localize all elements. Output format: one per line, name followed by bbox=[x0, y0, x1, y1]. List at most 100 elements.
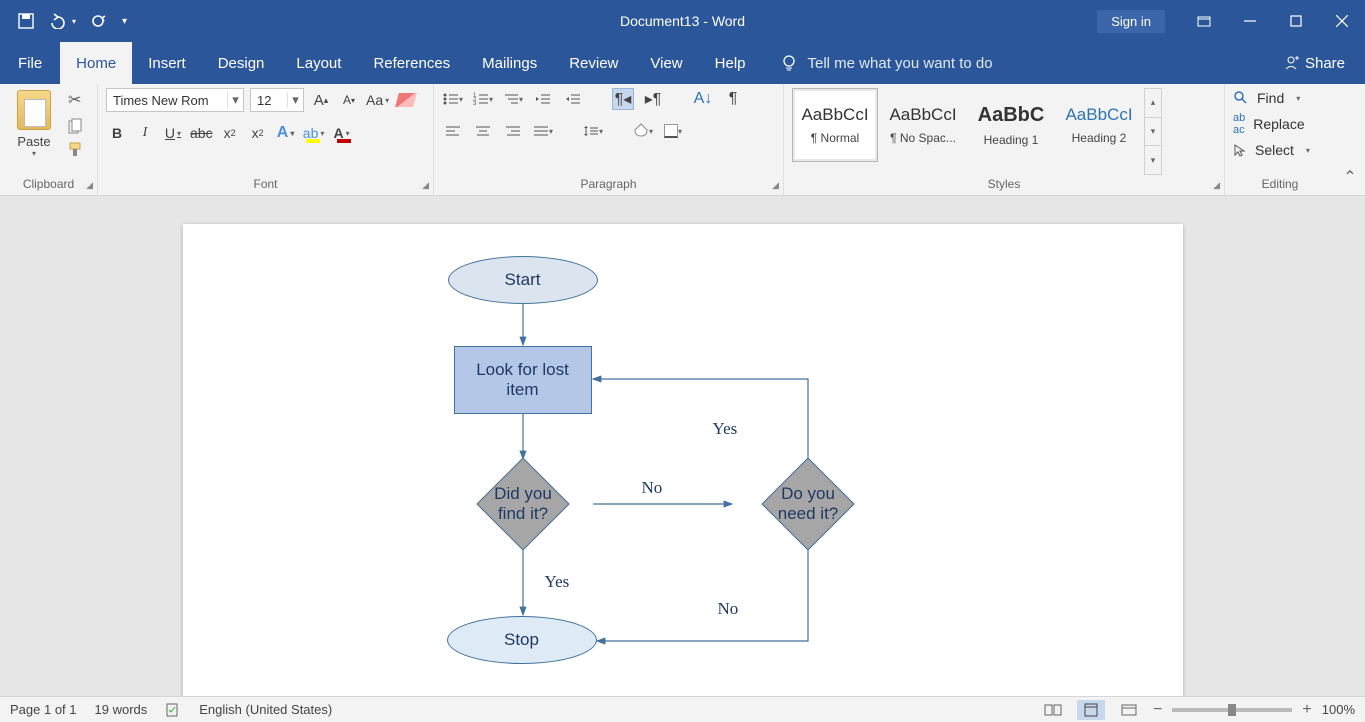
share-button[interactable]: Share bbox=[1263, 42, 1365, 84]
tab-help[interactable]: Help bbox=[699, 42, 762, 84]
zoom-level[interactable]: 100% bbox=[1322, 702, 1355, 717]
tab-home[interactable]: Home bbox=[60, 42, 132, 84]
redo-icon[interactable] bbox=[90, 13, 108, 29]
group-font: Times New Rom▾ 12▾ A▴ A▾ Aa▾ B I U▾ abc … bbox=[98, 84, 434, 195]
tab-insert[interactable]: Insert bbox=[132, 42, 202, 84]
ltr-direction-icon[interactable]: ¶◂ bbox=[612, 88, 634, 110]
flowchart-decision-find[interactable]: Did you find it? bbox=[476, 457, 569, 550]
align-center-icon[interactable] bbox=[472, 120, 494, 142]
maximize-icon[interactable] bbox=[1273, 0, 1319, 42]
tab-references[interactable]: References bbox=[357, 42, 466, 84]
numbering-icon[interactable]: 123▾ bbox=[472, 88, 494, 110]
close-icon[interactable] bbox=[1319, 0, 1365, 42]
replace-button[interactable]: abacReplace bbox=[1233, 112, 1305, 136]
qat-customize-icon[interactable]: ▾ bbox=[122, 16, 127, 27]
group-clipboard: Paste ▾ ✂ Clipboard ◢ bbox=[0, 84, 98, 195]
ribbon-display-icon[interactable] bbox=[1181, 0, 1227, 42]
shrink-font-icon[interactable]: A▾ bbox=[338, 89, 360, 111]
select-button[interactable]: Select▾ bbox=[1233, 142, 1310, 158]
paste-button[interactable]: Paste ▾ bbox=[8, 88, 60, 158]
underline-icon[interactable]: U▾ bbox=[162, 122, 184, 144]
shading-icon[interactable]: ▾ bbox=[632, 120, 654, 142]
status-bar: Page 1 of 1 19 words English (United Sta… bbox=[0, 696, 1365, 722]
style-heading-1[interactable]: AaBbCHeading 1 bbox=[968, 88, 1054, 162]
copy-icon[interactable] bbox=[68, 118, 84, 134]
zoom-in-icon[interactable]: + bbox=[1302, 701, 1311, 719]
font-dialog-icon[interactable]: ◢ bbox=[422, 180, 429, 191]
tab-design[interactable]: Design bbox=[202, 42, 281, 84]
bullets-icon[interactable]: ▾ bbox=[442, 88, 464, 110]
style-no-spacing[interactable]: AaBbCcI¶ No Spac... bbox=[880, 88, 966, 162]
label-no-1: No bbox=[642, 478, 663, 498]
text-effects-icon[interactable]: A▾ bbox=[275, 122, 297, 144]
page[interactable]: Start Look for lost item Did you find it… bbox=[183, 224, 1183, 704]
cursor-icon bbox=[1233, 143, 1247, 157]
italic-icon[interactable]: I bbox=[134, 122, 156, 144]
show-marks-icon[interactable]: ¶ bbox=[722, 88, 744, 110]
tab-review[interactable]: Review bbox=[553, 42, 634, 84]
paragraph-dialog-icon[interactable]: ◢ bbox=[772, 180, 779, 191]
proofing-icon[interactable] bbox=[165, 702, 181, 718]
status-page[interactable]: Page 1 of 1 bbox=[10, 702, 77, 717]
clear-formatting-icon[interactable] bbox=[395, 89, 417, 111]
style-gallery-more[interactable]: ▴▾▾ bbox=[1144, 88, 1162, 175]
tab-file[interactable]: File bbox=[0, 42, 60, 84]
window-title: Document13 - Word bbox=[620, 13, 745, 29]
rtl-direction-icon[interactable]: ▸¶ bbox=[642, 88, 664, 110]
status-words[interactable]: 19 words bbox=[95, 702, 148, 717]
tab-layout[interactable]: Layout bbox=[280, 42, 357, 84]
style-heading-2[interactable]: AaBbCcIHeading 2 bbox=[1056, 88, 1142, 162]
style-gallery: AaBbCcI¶ Normal AaBbCcI¶ No Spac... AaBb… bbox=[792, 88, 1142, 175]
grow-font-icon[interactable]: A▴ bbox=[310, 89, 332, 111]
highlight-icon[interactable]: ab▾ bbox=[303, 122, 325, 144]
collapse-ribbon-icon[interactable]: ⌃ bbox=[1335, 84, 1365, 195]
flowchart-stop[interactable]: Stop bbox=[447, 616, 597, 664]
paste-icon bbox=[17, 90, 51, 130]
bold-icon[interactable]: B bbox=[106, 122, 128, 144]
format-painter-icon[interactable] bbox=[68, 142, 84, 158]
font-color-icon[interactable]: A▾ bbox=[331, 122, 353, 144]
font-name-combo[interactable]: Times New Rom▾ bbox=[106, 88, 244, 112]
borders-icon[interactable]: ▾ bbox=[662, 120, 684, 142]
subscript-icon[interactable]: x2 bbox=[219, 122, 241, 144]
align-left-icon[interactable] bbox=[442, 120, 464, 142]
svg-text:3: 3 bbox=[473, 101, 477, 106]
print-layout-icon[interactable] bbox=[1077, 700, 1105, 720]
clipboard-dialog-icon[interactable]: ◢ bbox=[86, 180, 93, 191]
flowchart-process-look[interactable]: Look for lost item bbox=[454, 346, 592, 414]
change-case-icon[interactable]: Aa▾ bbox=[366, 89, 389, 111]
increase-indent-icon[interactable] bbox=[562, 88, 584, 110]
style-normal[interactable]: AaBbCcI¶ Normal bbox=[792, 88, 878, 162]
zoom-out-icon[interactable]: − bbox=[1153, 701, 1162, 719]
tab-mailings[interactable]: Mailings bbox=[466, 42, 553, 84]
ribbon: Paste ▾ ✂ Clipboard ◢ Times New Rom▾ 12▾… bbox=[0, 84, 1365, 196]
zoom-slider[interactable] bbox=[1172, 708, 1292, 712]
justify-icon[interactable]: ▾ bbox=[532, 120, 554, 142]
line-spacing-icon[interactable]: ▾ bbox=[582, 120, 604, 142]
strikethrough-icon[interactable]: abc bbox=[190, 122, 213, 144]
superscript-icon[interactable]: x2 bbox=[247, 122, 269, 144]
font-name-value: Times New Rom bbox=[107, 93, 227, 108]
tell-me-label: Tell me what you want to do bbox=[808, 55, 993, 72]
sort-icon[interactable]: A↓ bbox=[692, 88, 714, 110]
find-button[interactable]: Find▾ bbox=[1233, 90, 1300, 106]
flowchart-start[interactable]: Start bbox=[448, 256, 598, 304]
save-icon[interactable] bbox=[18, 13, 34, 29]
status-language[interactable]: English (United States) bbox=[199, 702, 332, 717]
undo-icon[interactable]: ▾ bbox=[48, 13, 76, 29]
cut-icon[interactable]: ✂ bbox=[68, 90, 84, 110]
font-size-combo[interactable]: 12▾ bbox=[250, 88, 304, 112]
tab-view[interactable]: View bbox=[634, 42, 698, 84]
flowchart-decision-need[interactable]: Do you need it? bbox=[761, 457, 854, 550]
tell-me-search[interactable]: Tell me what you want to do bbox=[762, 42, 1011, 84]
group-label-paragraph: Paragraph bbox=[442, 175, 775, 195]
read-mode-icon[interactable] bbox=[1039, 700, 1067, 720]
styles-dialog-icon[interactable]: ◢ bbox=[1213, 180, 1220, 191]
signin-button[interactable]: Sign in bbox=[1097, 10, 1165, 33]
web-layout-icon[interactable] bbox=[1115, 700, 1143, 720]
decrease-indent-icon[interactable] bbox=[532, 88, 554, 110]
minimize-icon[interactable] bbox=[1227, 0, 1273, 42]
document-area[interactable]: Start Look for lost item Did you find it… bbox=[0, 196, 1365, 704]
multilevel-list-icon[interactable]: ▾ bbox=[502, 88, 524, 110]
align-right-icon[interactable] bbox=[502, 120, 524, 142]
